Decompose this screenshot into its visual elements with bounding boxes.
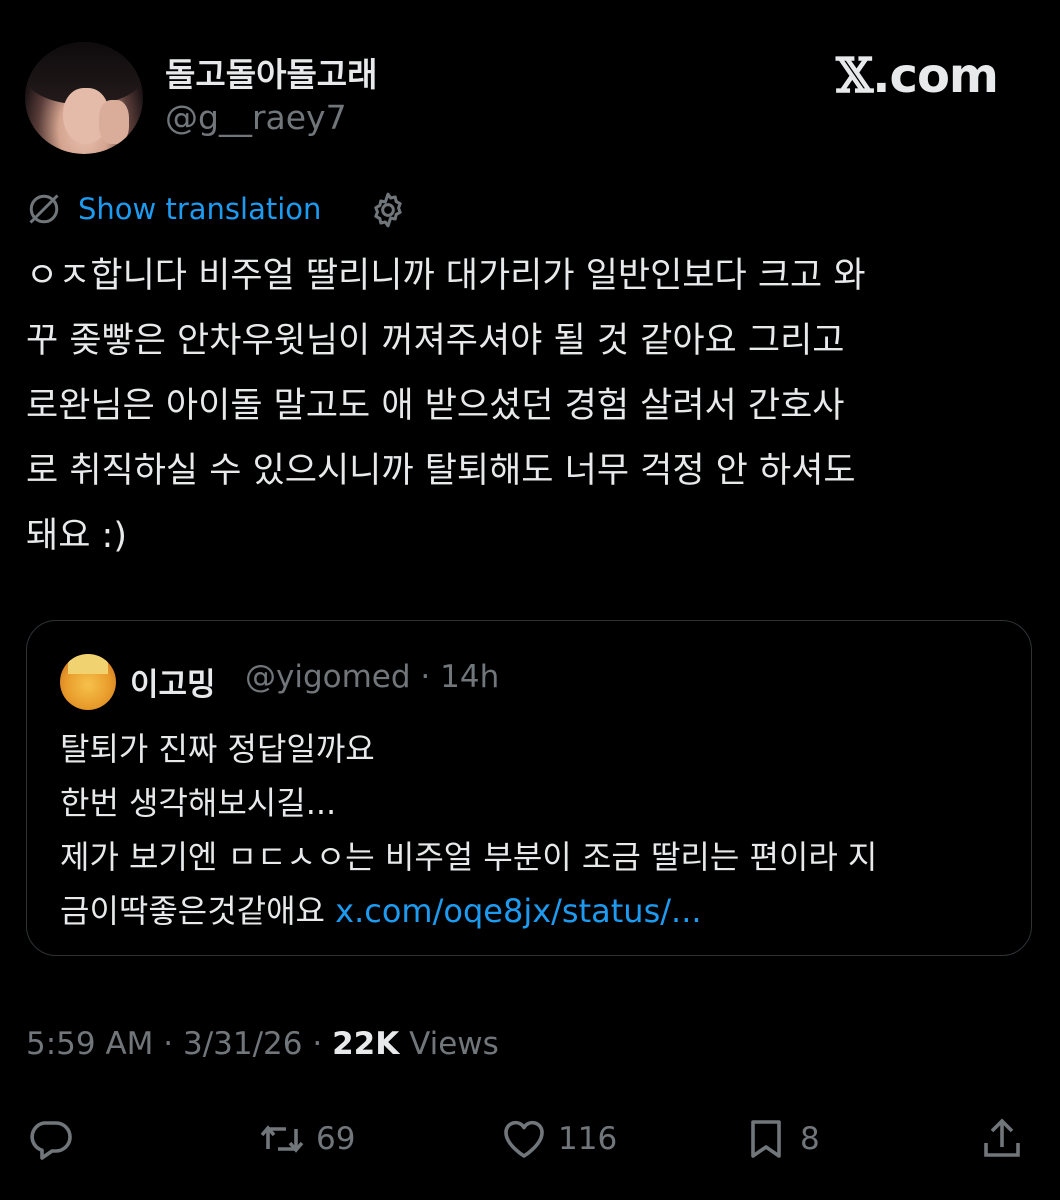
tweet-meta: 5:59 AM · 3/31/26 · 22K Views xyxy=(26,1026,499,1062)
retweet-button[interactable]: 69 xyxy=(258,1114,355,1164)
quoted-author-name[interactable]: 이고밍 xyxy=(130,659,216,704)
reply-icon xyxy=(30,1121,72,1160)
heart-icon xyxy=(504,1120,544,1158)
retweet-count: 69 xyxy=(316,1121,356,1157)
quoted-separator: · xyxy=(420,659,431,695)
translate-icon[interactable] xyxy=(26,191,62,227)
meta-separator: · xyxy=(153,1026,183,1062)
share-icon xyxy=(984,1118,1020,1157)
show-translation-link[interactable]: Show translation xyxy=(78,192,321,226)
quoted-author-avatar[interactable] xyxy=(60,654,116,710)
quoted-author-meta: @yigomed · 14h xyxy=(245,659,499,695)
views-count: 22K xyxy=(332,1026,400,1062)
quoted-tweet-text: 탈퇴가 진짜 정답일까요 한번 생각해보시길... 제가 보기엔 ㅁㄷㅅㅇ는 비… xyxy=(60,722,1010,938)
author-avatar[interactable] xyxy=(25,42,143,154)
quoted-author-handle[interactable]: @yigomed xyxy=(245,659,411,695)
x-logo-icon: 𝕏 xyxy=(836,48,873,104)
views-label: Views xyxy=(399,1026,499,1062)
quoted-line: 제가 보기엔 ㅁㄷㅅㅇ는 비주얼 부분이 조금 딸리는 편이라 지 xyxy=(60,838,878,876)
tweet-date[interactable]: 3/31/26 xyxy=(183,1026,303,1062)
like-count: 116 xyxy=(558,1121,618,1157)
gear-icon[interactable] xyxy=(368,190,408,230)
meta-separator: · xyxy=(302,1026,333,1062)
quoted-line: 금이딱좋은것같애요 x.com/oqe8jx/status/... xyxy=(60,884,1010,938)
quoted-line: 탈퇴가 진짜 정답일까요 xyxy=(60,730,375,768)
tweet-line: 로완님은 아이돌 말고도 애 받으셨던 경험 살려서 간호사 xyxy=(26,386,845,426)
quoted-time: 14h xyxy=(440,659,500,695)
like-button[interactable]: 116 xyxy=(500,1114,617,1164)
tweet-line: ㅇㅈ합니다 비주얼 딸리니까 대가리가 일반인보다 크고 와 xyxy=(26,256,866,296)
brand-suffix: .com xyxy=(872,48,999,104)
reply-button[interactable] xyxy=(26,1114,74,1164)
tweet-text: ㅇㅈ합니다 비주얼 딸리니까 대가리가 일반인보다 크고 와 꾸 좆빻은 안차우… xyxy=(26,244,1034,569)
author-display-name[interactable]: 돌고돌아돌고래 xyxy=(165,48,378,96)
tweet-time[interactable]: 5:59 AM xyxy=(26,1026,153,1062)
tweet-line: 꾸 좆빻은 안차우윗님이 꺼져주셔야 될 것 같아요 그리고 xyxy=(26,321,845,361)
bookmark-count: 8 xyxy=(800,1121,820,1157)
quoted-status-link[interactable]: x.com/oqe8jx/status/... xyxy=(335,892,701,930)
x-com-logo: 𝕏.com xyxy=(836,48,999,104)
author-handle[interactable]: @g__raey7 xyxy=(165,98,347,137)
bookmark-icon xyxy=(751,1120,781,1158)
quoted-line: 한번 생각해보시길... xyxy=(60,784,337,822)
bookmark-button[interactable]: 8 xyxy=(742,1114,820,1164)
tweet-line: 로 취직하실 수 있으시니까 탈퇴해도 너무 걱정 안 하셔도 xyxy=(26,451,856,491)
quoted-last-line-text: 금이딱좋은것같애요 xyxy=(60,892,336,930)
share-button[interactable] xyxy=(978,1114,1026,1164)
tweet-line: 돼요 :) xyxy=(26,516,127,556)
retweet-icon xyxy=(260,1125,304,1153)
